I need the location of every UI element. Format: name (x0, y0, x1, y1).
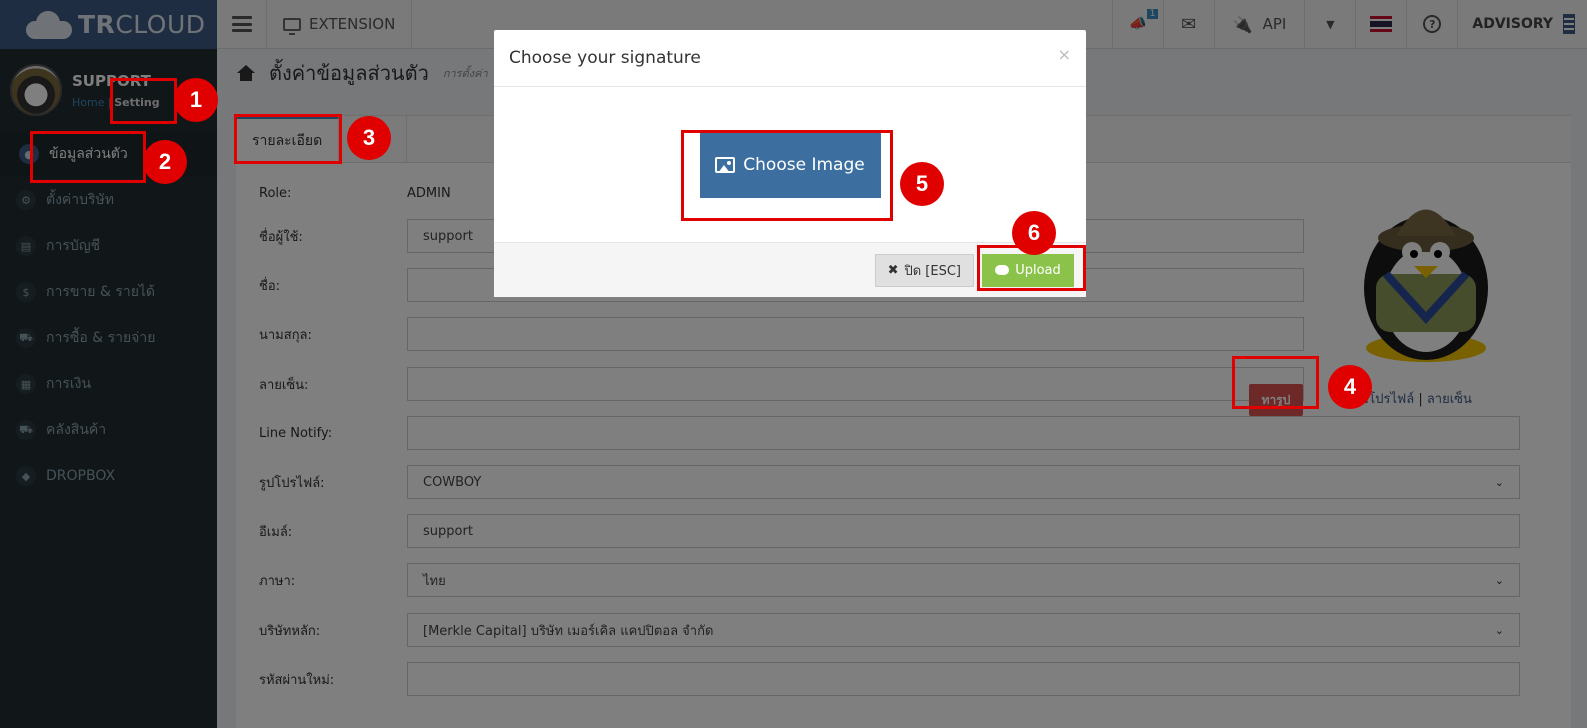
close-modal-label: ปิด [ESC] (904, 263, 961, 279)
step-marker-5: 5 (900, 162, 944, 206)
highlight-details-tab (234, 114, 342, 164)
highlight-remove-button (1232, 356, 1319, 409)
highlight-setting (110, 78, 177, 124)
modal-header: Choose your signature × (494, 30, 1086, 87)
highlight-choose-image (681, 130, 893, 221)
highlight-profile-menu (30, 131, 146, 183)
step-marker-1: 1 (174, 78, 218, 122)
step-marker-6: 6 (1012, 211, 1056, 255)
step-marker-4: 4 (1328, 365, 1372, 409)
step-marker-3: 3 (347, 116, 391, 160)
modal-title: Choose your signature (509, 48, 701, 68)
close-icon: ✖ (887, 262, 899, 278)
modal-close-icon[interactable]: × (1058, 45, 1071, 64)
close-modal-button[interactable]: ✖ ปิด [ESC] (874, 253, 974, 287)
step-marker-2: 2 (143, 140, 187, 184)
